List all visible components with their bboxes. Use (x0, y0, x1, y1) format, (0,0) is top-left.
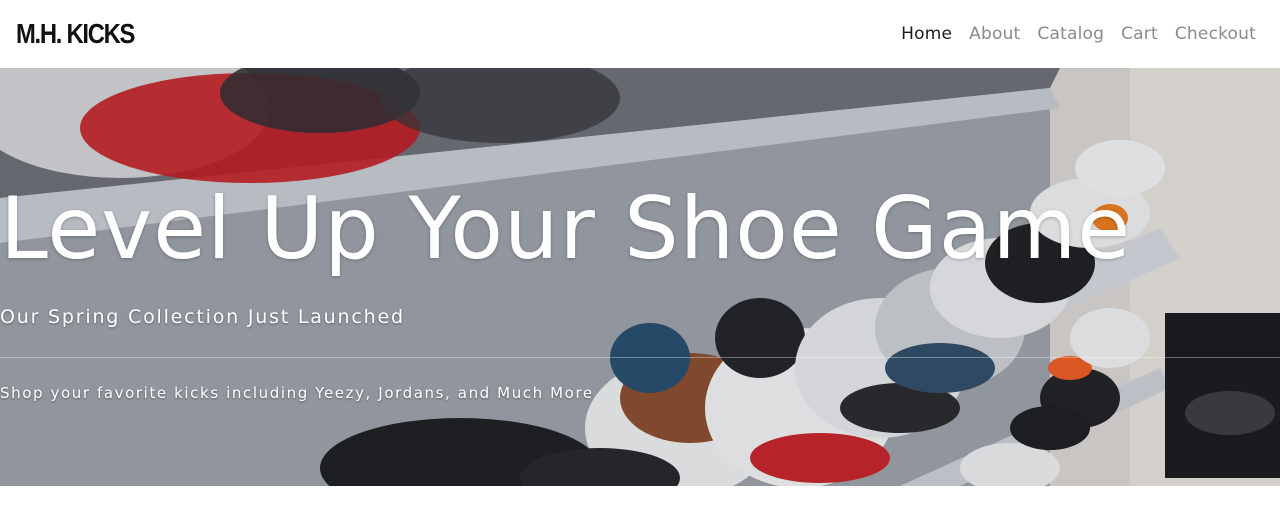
nav-home[interactable]: Home (901, 24, 952, 44)
nav-about[interactable]: About (969, 24, 1020, 44)
hero-subtitle: Our Spring Collection Just Launched (0, 306, 405, 328)
nav-cart[interactable]: Cart (1121, 24, 1158, 44)
hero-banner: Level Up Your Shoe Game Our Spring Colle… (0, 68, 1280, 486)
nav-catalog[interactable]: Catalog (1037, 24, 1104, 44)
hero-divider (0, 357, 1280, 358)
site-header: M.H. KICKS Home About Catalog Cart Check… (0, 0, 1280, 68)
site-logo[interactable]: M.H. KICKS (16, 18, 135, 50)
hero-blurb: Shop your favorite kicks including Yeezy… (0, 384, 594, 402)
main-nav: Home About Catalog Cart Checkout (901, 24, 1256, 44)
nav-checkout[interactable]: Checkout (1175, 24, 1256, 44)
hero-title: Level Up Your Shoe Game (0, 179, 1132, 279)
